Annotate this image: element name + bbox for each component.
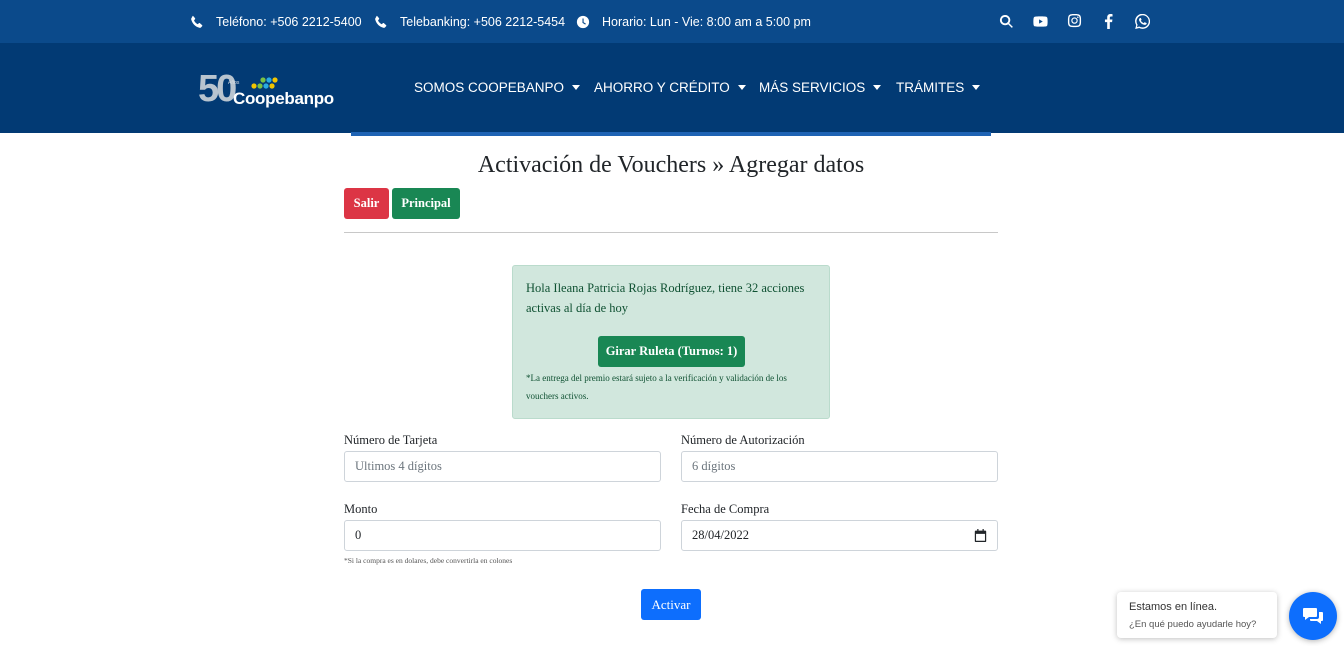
phone-info[interactable]: Teléfono: +506 2212-5400 bbox=[190, 0, 362, 43]
card-number-input[interactable]: Ultimos 4 dígitos bbox=[344, 451, 661, 482]
chat-launcher-button[interactable] bbox=[1289, 592, 1337, 640]
nav-active-underline bbox=[351, 132, 991, 136]
facebook-icon[interactable] bbox=[1099, 13, 1117, 31]
logo-name: Coopebanpo bbox=[233, 89, 334, 108]
nav-item-label: AHORRO Y CRÉDITO bbox=[594, 80, 730, 95]
chat-greeting-bubble[interactable]: Estamos en línea. ¿En qué puedo ayudarle… bbox=[1117, 592, 1277, 638]
activate-button[interactable]: Activar bbox=[641, 589, 701, 620]
coopebanpo-logo[interactable]: 50 Años Coopebanpo bbox=[198, 67, 334, 111]
purchase-date-label: Fecha de Compra bbox=[681, 502, 770, 516]
auth-number-label: Número de Autorización bbox=[681, 433, 805, 447]
purchase-date-input[interactable]: 28/04/2022 bbox=[681, 520, 998, 551]
hours-info: Horario: Lun - Vie: 8:00 am a 5:00 pm bbox=[576, 0, 811, 43]
logo-years: Años bbox=[228, 80, 240, 86]
nav-item-tramites[interactable]: TRÁMITES bbox=[896, 80, 981, 95]
success-alert: Hola Ileana Patricia Rojas Rodríguez, ti… bbox=[512, 265, 830, 419]
caret-down-icon bbox=[873, 85, 882, 90]
phone-icon bbox=[191, 15, 203, 28]
main-navbar: 50 Años Coopebanpo SOMOS COOPEBANPO AHOR… bbox=[0, 43, 1344, 133]
chat-status-text: Estamos en línea. bbox=[1129, 601, 1218, 613]
exit-button[interactable]: Salir bbox=[344, 188, 389, 219]
top-info-bar: Teléfono: +506 2212-5400 Telebanking: +5… bbox=[0, 0, 1344, 43]
search-icon[interactable] bbox=[997, 13, 1015, 31]
prize-note: *La entrega del premio estará sujeto a l… bbox=[526, 373, 787, 401]
logo-dots-icon bbox=[251, 77, 278, 89]
purchase-date-value: 28/04/2022 bbox=[692, 528, 749, 542]
page-title: Activación de Vouchers » Agregar datos bbox=[477, 152, 865, 178]
calendar-icon[interactable] bbox=[974, 529, 987, 542]
nav-item-label: MÁS SERVICIOS bbox=[759, 80, 866, 95]
auth-number-input[interactable]: 6 dígitos bbox=[681, 451, 998, 482]
hours-text: Horario: Lun - Vie: 8:00 am a 5:00 pm bbox=[602, 14, 811, 29]
caret-down-icon bbox=[972, 85, 981, 90]
clock-icon bbox=[576, 15, 590, 28]
whatsapp-icon[interactable] bbox=[1133, 13, 1151, 31]
greeting-text: Hola Ileana Patricia Rojas Rodríguez, ti… bbox=[526, 281, 805, 315]
main-button[interactable]: Principal bbox=[392, 188, 460, 219]
telebanking-info[interactable]: Telebanking: +506 2212-5454 bbox=[374, 0, 565, 43]
amount-hint: *Si la compra es en dolares, debe conver… bbox=[344, 556, 513, 565]
instagram-icon[interactable] bbox=[1065, 13, 1083, 31]
nav-item-label: TRÁMITES bbox=[896, 80, 965, 95]
phone-icon bbox=[375, 15, 387, 28]
nav-item-label: SOMOS COOPEBANPO bbox=[414, 80, 565, 95]
caret-down-icon bbox=[737, 85, 746, 90]
chat-icon bbox=[1303, 608, 1323, 624]
amount-label: Monto bbox=[344, 502, 378, 516]
phone-text: Teléfono: +506 2212-5400 bbox=[216, 14, 362, 29]
nav-item-somos[interactable]: SOMOS COOPEBANPO bbox=[414, 80, 581, 95]
nav-item-servicios[interactable]: MÁS SERVICIOS bbox=[759, 80, 882, 95]
social-links bbox=[997, 0, 1151, 43]
divider bbox=[344, 232, 998, 233]
spin-wheel-button[interactable]: Girar Ruleta (Turnos: 1) bbox=[598, 336, 745, 367]
card-number-label: Número de Tarjeta bbox=[344, 433, 438, 447]
telebanking-text: Telebanking: +506 2212-5454 bbox=[400, 14, 566, 29]
amount-input[interactable]: 0 bbox=[344, 520, 661, 551]
nav-item-ahorro[interactable]: AHORRO Y CRÉDITO bbox=[594, 80, 746, 95]
logo-fifty: 50 bbox=[198, 68, 237, 110]
chat-prompt-text: ¿En qué puedo ayudarle hoy? bbox=[1129, 619, 1257, 630]
youtube-icon[interactable] bbox=[1031, 13, 1049, 31]
caret-down-icon bbox=[572, 85, 581, 90]
